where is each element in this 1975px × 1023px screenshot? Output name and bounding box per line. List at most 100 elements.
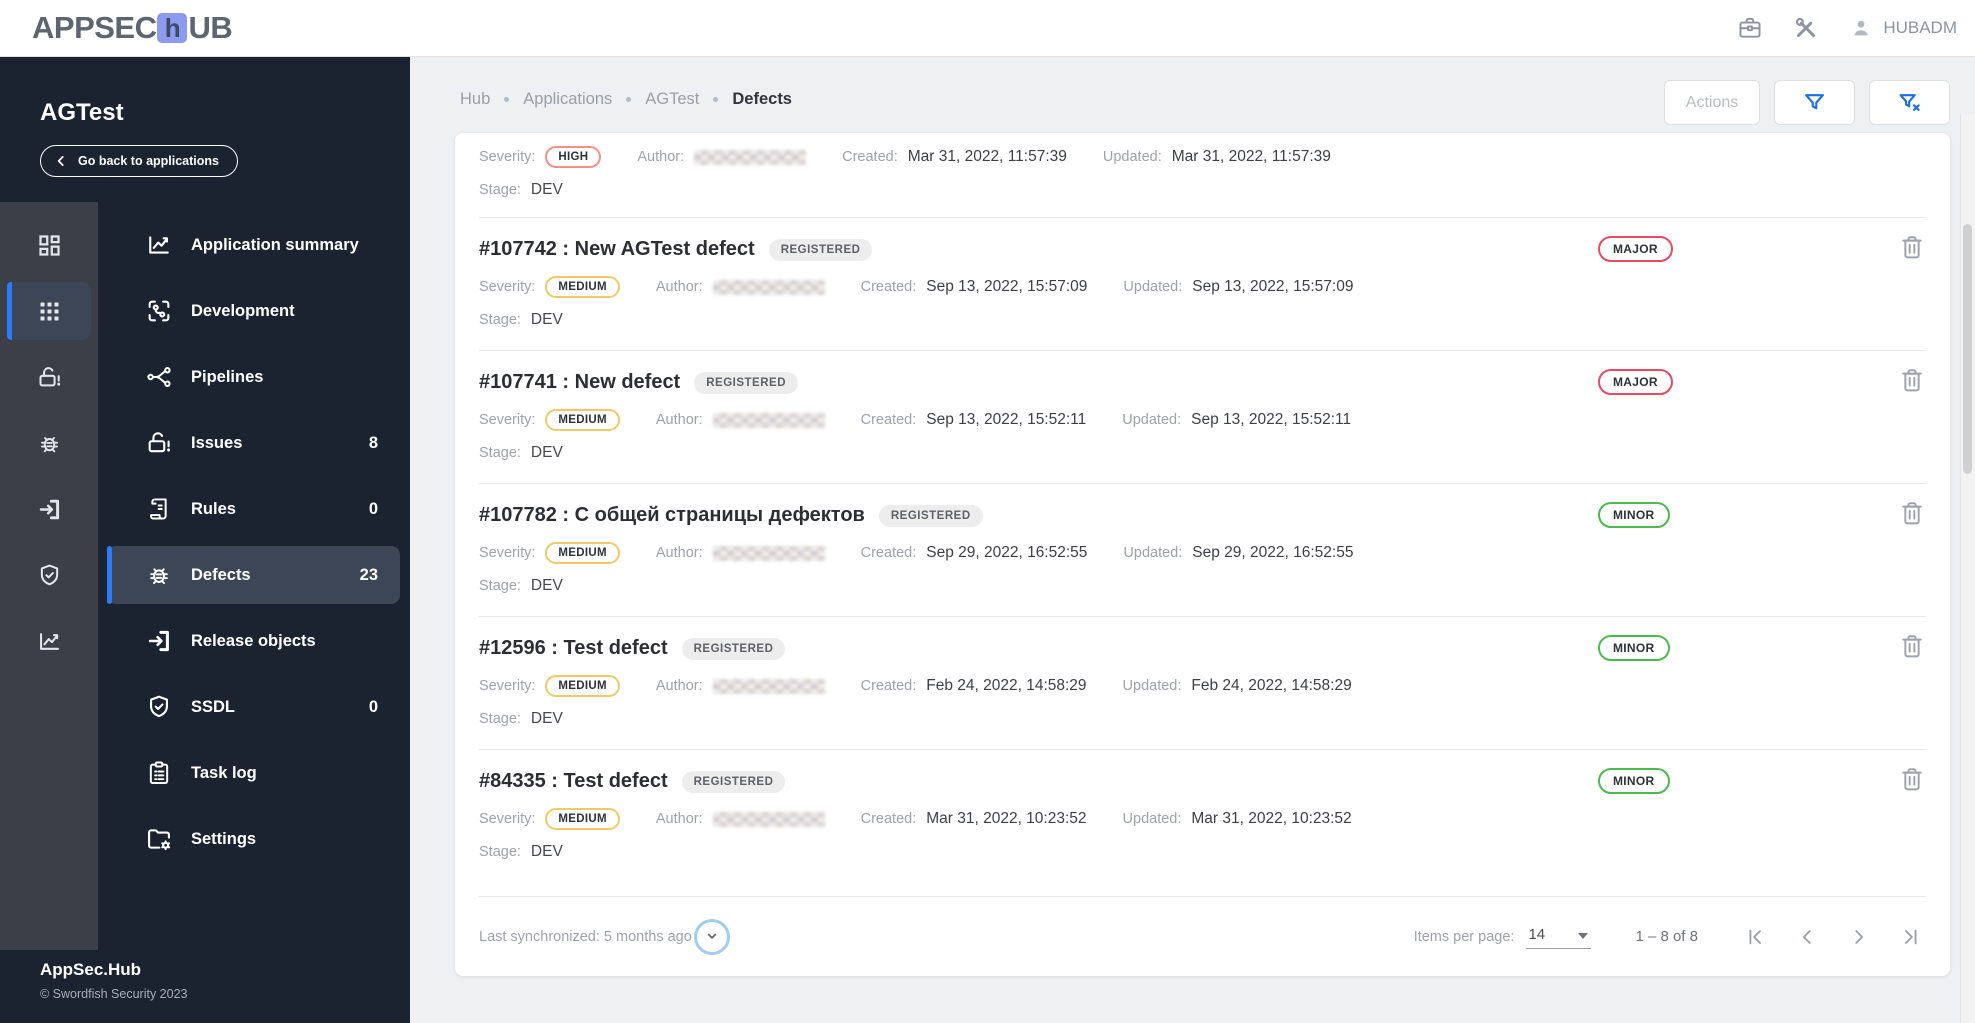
briefcase-button[interactable] — [1737, 15, 1763, 41]
meta-label: Updated: — [1122, 412, 1182, 428]
status-badge: REGISTERED — [681, 770, 786, 793]
sidebar: AGTest Go back to applications Applicati… — [0, 57, 410, 1023]
defect-stage: Stage: DEV — [479, 710, 1926, 728]
sidebar-item-count: 23 — [359, 565, 378, 584]
created-group: Created: Sep 29, 2022, 16:52:55 — [861, 544, 1088, 562]
meta-label: Stage: — [479, 578, 521, 594]
meta-label: Created: — [860, 678, 917, 694]
tools-button[interactable] — [1793, 15, 1819, 41]
severity-badge: MEDIUM — [545, 675, 620, 697]
breadcrumb-item-hub[interactable]: Hub — [460, 90, 490, 109]
defect-title-line: #107742 : New AGTest defect REGISTERED — [479, 238, 1926, 261]
scrollbar-thumb[interactable] — [1963, 224, 1972, 474]
chevron-down-icon — [703, 927, 721, 947]
delete-defect-button[interactable] — [1898, 631, 1926, 661]
rail-item-exit[interactable] — [7, 480, 91, 538]
pager-buttons — [1744, 926, 1922, 948]
shield-check-icon — [36, 562, 63, 589]
rules-icon — [145, 495, 173, 523]
delete-defect-button[interactable] — [1898, 232, 1926, 262]
meta-label: Created: — [860, 279, 917, 295]
defect-title[interactable]: #107742 : New AGTest defect — [479, 238, 755, 261]
defect-title[interactable]: #12596 : Test defect — [479, 637, 668, 660]
status-badge: REGISTERED — [878, 504, 983, 527]
next-page-icon — [1848, 926, 1870, 948]
clear-filter-button[interactable] — [1869, 80, 1950, 125]
meta-label: Updated: — [1122, 678, 1182, 694]
task-log-icon — [145, 759, 173, 787]
defect-title[interactable]: #84335 : Test defect — [479, 770, 668, 793]
rail-item-grid[interactable] — [7, 282, 91, 340]
defect-row: #12596 : Test defect REGISTERED Severity: M… — [479, 617, 1926, 750]
breadcrumb: Hub Applications AGTest Defects — [460, 90, 792, 109]
sidebar-item-pipelines[interactable]: Pipelines — [107, 348, 400, 406]
meta-label: Author: — [655, 678, 703, 694]
sidebar-item-label: Task log — [191, 763, 257, 782]
sidebar-item-development[interactable]: Development — [107, 282, 400, 340]
page-scrollbar[interactable] — [1960, 114, 1975, 1023]
sidebar-item-ssdl[interactable]: SSDL 0 — [107, 678, 400, 736]
chevron-left-icon — [54, 154, 68, 168]
rail-item-chart-line[interactable] — [7, 612, 91, 670]
rail-item-bug[interactable] — [7, 414, 91, 472]
sidebar-item-label: Development — [191, 301, 295, 320]
go-back-button[interactable]: Go back to applications — [40, 145, 238, 177]
severity-badge: MEDIUM — [545, 409, 620, 431]
sidebar-item-count: 0 — [368, 697, 378, 716]
sidebar-item-application-summary[interactable]: Application summary — [107, 216, 400, 274]
delete-defect-button[interactable] — [1898, 764, 1926, 794]
defect-meta: Severity: MEDIUM Author: Created: Sep 29, 20… — [479, 542, 1926, 564]
status-badge: REGISTERED — [694, 371, 798, 394]
meta-label: Updated: — [1123, 545, 1183, 561]
created-value: Mar 31, 2022, 11:57:39 — [907, 148, 1067, 165]
rail-item-dashboard[interactable] — [7, 216, 91, 274]
meta-label: Severity: — [479, 149, 536, 165]
updated-group: Updated: Feb 24, 2022, 14:58:29 — [1123, 677, 1352, 695]
stage-value: DEV — [530, 843, 563, 860]
filter-button[interactable] — [1774, 80, 1855, 125]
stage-value: DEV — [530, 577, 563, 594]
breadcrumb-item-applications[interactable]: Applications — [523, 90, 612, 109]
defect-title[interactable]: #107741 : New defect — [479, 371, 680, 394]
user-menu[interactable]: HUBADM — [1849, 16, 1957, 40]
breadcrumb-item-agtest[interactable]: AGTest — [645, 90, 699, 109]
first-page-button[interactable] — [1744, 926, 1766, 948]
rail-item-shield-check[interactable] — [7, 546, 91, 604]
go-back-label: Go back to applications — [78, 154, 219, 168]
sidebar-item-task-log[interactable]: Task log — [107, 744, 400, 802]
breadcrumb-separator — [713, 97, 719, 102]
next-page-button[interactable] — [1848, 926, 1870, 948]
exit-icon — [36, 496, 63, 523]
items-per-page-select[interactable]: 14 — [1526, 924, 1592, 949]
rail-item-lock-alert[interactable] — [7, 348, 91, 406]
defect-title[interactable]: #107782 : С общей страницы дефектов — [479, 504, 865, 527]
bug-icon — [36, 430, 63, 457]
sidebar-item-issues[interactable]: Issues 8 — [107, 414, 400, 472]
severity-badge: MEDIUM — [545, 808, 620, 830]
created-value: Sep 29, 2022, 16:52:55 — [926, 544, 1088, 561]
main-content: Hub Applications AGTest Defects Actions Sev… — [410, 57, 1975, 1023]
author-redacted — [712, 678, 825, 694]
sidebar-item-release-objects[interactable]: Release objects — [107, 612, 400, 670]
severity-group: Severity: MEDIUM — [479, 675, 620, 697]
priority-badge: MINOR — [1598, 768, 1670, 794]
previous-page-button[interactable] — [1796, 926, 1818, 948]
development-icon — [145, 297, 173, 325]
sidebar-item-count: 8 — [368, 433, 378, 452]
status-badge: REGISTERED — [768, 238, 873, 261]
last-synchronized: Last synchronized: 5 months ago — [479, 918, 730, 955]
sidebar-item-settings[interactable]: Settings — [107, 810, 400, 868]
sidebar-item-defects[interactable]: Defects 23 — [107, 546, 400, 604]
sidebar-item-rules[interactable]: Rules 0 — [107, 480, 400, 538]
meta-label: Author: — [655, 545, 703, 561]
actions-button[interactable]: Actions — [1664, 80, 1760, 125]
last-page-button[interactable] — [1900, 926, 1922, 948]
icon-rail — [0, 202, 98, 950]
updated-value: Sep 13, 2022, 15:57:09 — [1192, 278, 1354, 295]
delete-defect-button[interactable] — [1898, 498, 1926, 528]
defect-meta: Severity: MEDIUM Author: Created: Sep 13, 20… — [479, 276, 1926, 298]
expand-sync-button[interactable] — [693, 918, 730, 955]
delete-defect-button[interactable] — [1898, 365, 1926, 395]
defect-stage: Stage: DEV — [479, 181, 1926, 199]
username: HUBADM — [1883, 18, 1957, 37]
